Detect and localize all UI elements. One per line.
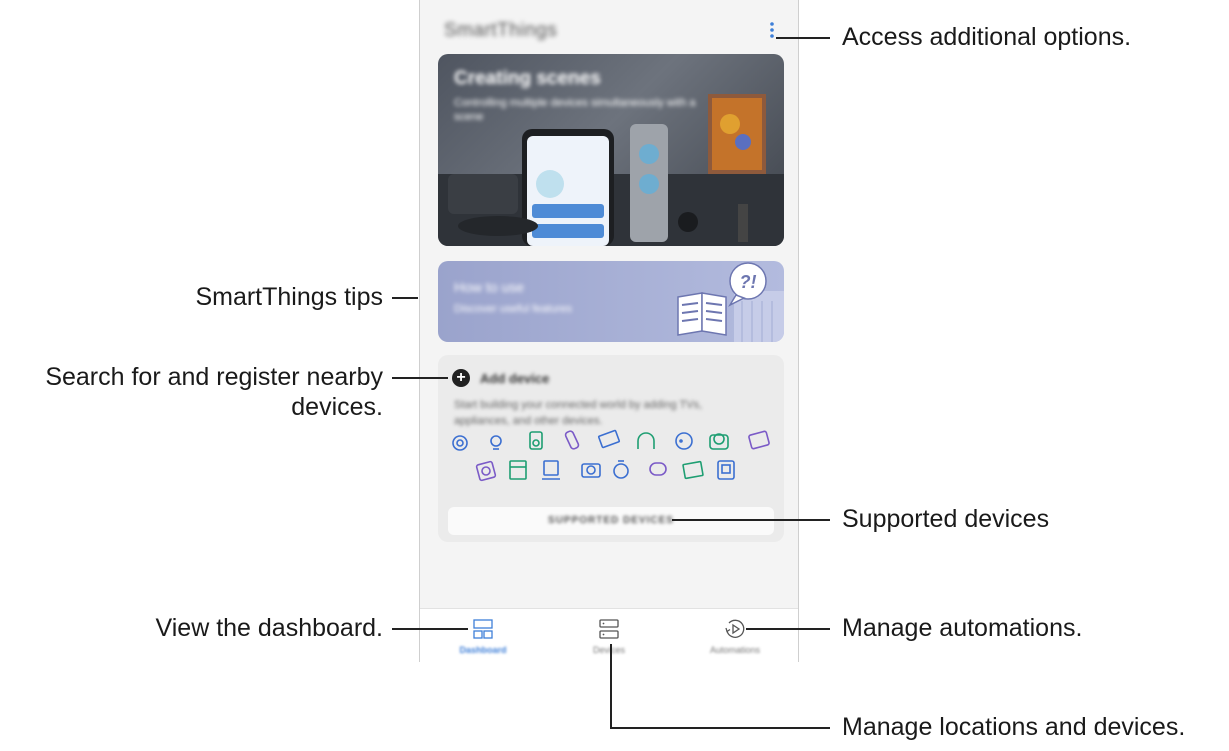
callout-search-line1: Search for and register nearby <box>45 363 383 391</box>
callout-locations: Manage locations and devices. <box>842 713 1186 741</box>
hero-title: Creating scenes <box>454 68 601 89</box>
book-question-icon: ?! <box>677 262 784 342</box>
add-device-description: Start building your connected world by a… <box>454 399 703 427</box>
app-title: SmartThings <box>444 20 558 41</box>
automations-icon <box>725 619 745 638</box>
callout-search: Search for and register nearby devices. <box>45 362 383 422</box>
tab-dashboard[interactable]: Dashboard <box>420 609 546 662</box>
bottom-navigation: Dashboard Devices Automations <box>420 608 798 662</box>
add-device-button[interactable]: + Add device <box>452 369 549 387</box>
supported-devices-button[interactable]: SUPPORTED DEVICES <box>448 507 774 535</box>
svg-text:?!: ?! <box>740 272 757 292</box>
tab-automations-label: Automations <box>709 645 761 655</box>
callout-options: Access additional options. <box>842 23 1132 51</box>
callout-automations: Manage automations. <box>842 614 1083 642</box>
callout-line-options <box>776 37 830 39</box>
add-icon: + <box>452 369 470 387</box>
callout-search-line2: devices. <box>291 393 383 421</box>
more-vert-icon <box>770 22 774 38</box>
callout-line-dashboard <box>392 628 468 630</box>
device-type-icons <box>452 429 770 482</box>
add-device-card: + Add device Start building your connect… <box>438 355 784 542</box>
dashboard-icon <box>473 619 493 639</box>
hero-subtitle: Controlling multiple devices simultaneou… <box>454 97 696 123</box>
more-options-button[interactable] <box>766 16 778 44</box>
callout-line-search <box>392 377 448 379</box>
tab-devices-label: Devices <box>592 645 625 655</box>
tips-subtitle: Discover useful features <box>454 303 572 315</box>
supported-devices-label: SUPPORTED DEVICES <box>548 515 674 526</box>
tab-devices[interactable]: Devices <box>546 609 672 662</box>
callout-line-automations <box>746 628 830 630</box>
add-device-label: Add device <box>480 370 550 386</box>
callout-dashboard: View the dashboard. <box>155 614 383 642</box>
callout-line-locations <box>610 727 830 729</box>
callout-tips: SmartThings tips <box>195 283 383 311</box>
tips-title: How to use <box>454 279 525 295</box>
tab-automations[interactable]: Automations <box>672 609 798 662</box>
smartthings-tips-card[interactable]: How to use Discover useful features ?! <box>438 261 784 342</box>
tab-dashboard-label: Dashboard <box>459 645 507 655</box>
callout-line-supported <box>672 519 830 521</box>
phone-screen: SmartThings Creating scenes Controlling … <box>419 0 799 662</box>
callout-line-tips <box>392 297 418 299</box>
callout-supported: Supported devices <box>842 505 1050 533</box>
scenes-banner-card[interactable]: Creating scenes Controlling multiple dev… <box>438 54 784 246</box>
callout-line-locations-vertical <box>610 644 612 728</box>
devices-icon <box>599 619 619 639</box>
